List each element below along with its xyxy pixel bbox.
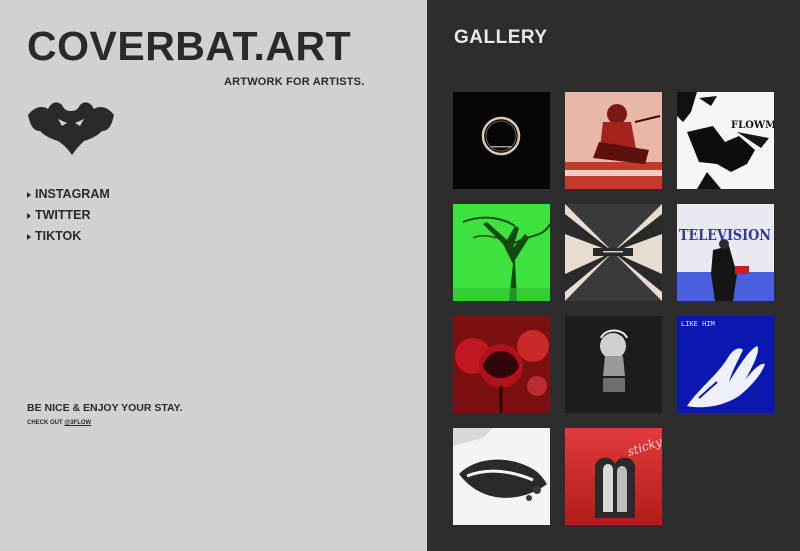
- gallery-tile-ring[interactable]: [453, 92, 550, 189]
- lips-artwork: [453, 428, 550, 525]
- gallery-tile-red-flower[interactable]: [453, 316, 550, 413]
- flowm-text: FLOWM: [731, 120, 774, 131]
- footer-message: BE NICE & ENJOY YOUR STAY.: [27, 402, 183, 414]
- gallery-tile-lips[interactable]: [453, 428, 550, 525]
- social-links: INSTAGRAM TWITTER TIKTOK: [27, 184, 110, 247]
- twitter-link[interactable]: TWITTER: [27, 205, 110, 226]
- twitter-label: TWITTER: [35, 208, 91, 222]
- bat-icon: [28, 102, 114, 155]
- red-rider-artwork: [565, 92, 662, 189]
- tagline: ARTWORK FOR ARTISTS.: [224, 76, 365, 88]
- gallery-title: GALLERY: [454, 27, 548, 48]
- check-out-prefix: CHECK OUT: [27, 420, 65, 426]
- gallery-tile-bust-statue[interactable]: [565, 316, 662, 413]
- red-flower-artwork: [453, 316, 550, 413]
- site-title[interactable]: COVERBAT.ART: [27, 26, 351, 67]
- check-out-link[interactable]: @3FLOW: [64, 420, 91, 426]
- green-tree-artwork: [453, 204, 550, 301]
- sticky-artwork: sticky: [565, 428, 662, 525]
- triangle-right-icon: [27, 191, 31, 198]
- gallery-tile-like-him[interactable]: LIKE HIM: [677, 316, 774, 413]
- page: COVERBAT.ART ARTWORK FOR ARTISTS. INSTAG…: [0, 0, 800, 551]
- gallery-tile-sticky[interactable]: sticky: [565, 428, 662, 525]
- gallery-tile-burst[interactable]: [565, 204, 662, 301]
- like-him-text: LIKE HIM: [681, 320, 715, 328]
- bust-statue-artwork: [565, 316, 662, 413]
- tiktok-label: TIKTOK: [35, 229, 82, 243]
- ring-artwork: [453, 92, 550, 189]
- gallery-tile-television[interactable]: TELEVISION: [677, 204, 774, 301]
- burst-artwork: [565, 204, 662, 301]
- television-artwork: TELEVISION: [677, 204, 774, 301]
- gallery-tile-green-tree[interactable]: [453, 204, 550, 301]
- tiktok-link[interactable]: TIKTOK: [27, 226, 110, 247]
- gallery-tile-flowm[interactable]: FLOWM: [677, 92, 774, 189]
- check-out-line: CHECK OUT @3FLOW: [27, 420, 91, 426]
- like-him-artwork: LIKE HIM: [677, 316, 774, 413]
- flowm-artwork: FLOWM: [677, 92, 774, 189]
- instagram-link[interactable]: INSTAGRAM: [27, 184, 110, 205]
- instagram-label: INSTAGRAM: [35, 187, 110, 201]
- triangle-right-icon: [27, 212, 31, 219]
- triangle-right-icon: [27, 233, 31, 240]
- gallery-panel: GALLERY FLOWM TELEVISION LIKE HIM sticky: [427, 0, 800, 551]
- left-panel: COVERBAT.ART ARTWORK FOR ARTISTS. INSTAG…: [0, 0, 427, 551]
- gallery-tile-red-rider[interactable]: [565, 92, 662, 189]
- gallery-grid: FLOWM TELEVISION LIKE HIM sticky: [453, 92, 774, 525]
